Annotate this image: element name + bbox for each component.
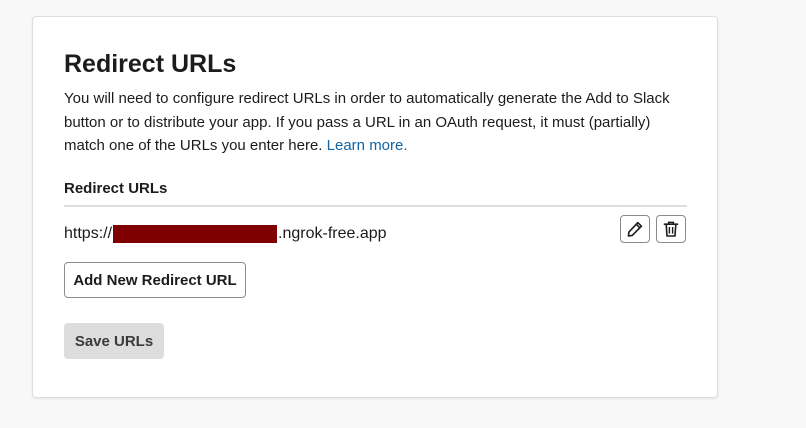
learn-more-link[interactable]: Learn more. [327,137,408,154]
section-title: Redirect URLs [64,50,237,78]
redacted-block [113,225,278,243]
edit-url-button[interactable] [620,215,650,243]
pencil-icon [627,221,643,237]
trash-icon [663,221,679,237]
redirect-url-item: https:// .ngrok-free.app [64,223,387,245]
divider [64,205,687,207]
url-prefix: https:// [64,225,113,242]
url-suffix: .ngrok-free.app [278,225,387,242]
redirect-urls-card: Redirect URLs You will need to configure… [32,16,718,398]
add-redirect-url-button[interactable]: Add New Redirect URL [64,262,246,298]
delete-url-button[interactable] [656,215,686,243]
section-description: You will need to configure redirect URLs… [64,87,692,158]
save-urls-button[interactable]: Save URLs [64,323,164,359]
redirect-urls-label: Redirect URLs [64,180,168,197]
